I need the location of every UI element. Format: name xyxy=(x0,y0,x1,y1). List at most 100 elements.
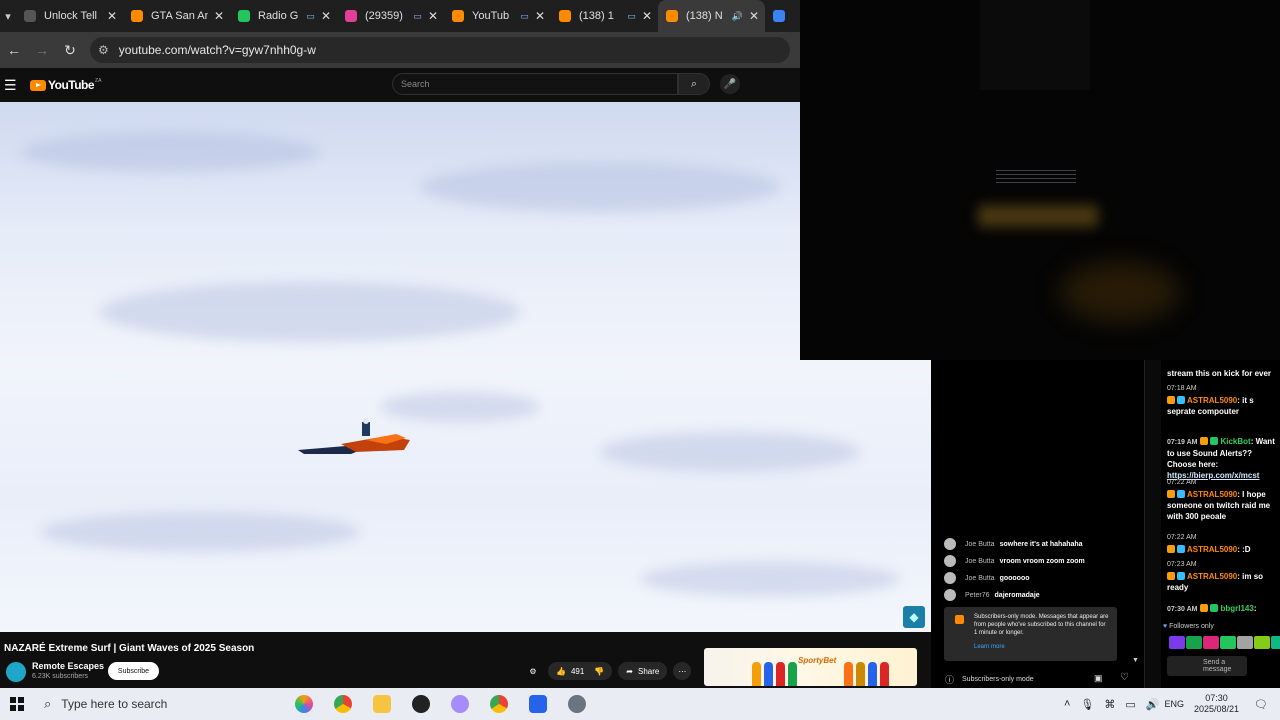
followers-only-text: Followers only xyxy=(1169,623,1214,630)
reload-icon[interactable]: ↻ xyxy=(56,36,84,64)
avatar[interactable] xyxy=(944,538,956,550)
tab-favicon-icon xyxy=(452,10,464,22)
subscribe-button[interactable]: Subscribe xyxy=(108,662,159,680)
chat-username[interactable]: Peter76 xyxy=(965,592,990,599)
browser-tab[interactable]: (29359) ▭ ✕ xyxy=(337,0,444,32)
video-player[interactable]: ◆ xyxy=(0,102,931,632)
browser-tab[interactable]: Radio G ▭ ✕ xyxy=(230,0,337,32)
taskbar-search-box[interactable]: ⌕ Type here to search xyxy=(34,688,270,720)
tab-close-icon[interactable]: ✕ xyxy=(214,9,224,23)
share-label: Share xyxy=(638,666,660,676)
chat-username[interactable]: Joe Butta xyxy=(965,541,995,548)
tab-favicon-icon xyxy=(559,10,571,22)
emote-icon[interactable] xyxy=(1254,636,1270,649)
search-icon[interactable]: ⌕ xyxy=(678,73,710,95)
chat-username[interactable]: ASTRAL5090 xyxy=(1187,396,1237,405)
like-button[interactable]: 👍 491 👎 xyxy=(548,662,613,680)
ad-figure xyxy=(764,662,773,686)
tab-close-icon[interactable]: ✕ xyxy=(107,9,117,23)
tab-close-icon[interactable]: ✕ xyxy=(535,9,545,23)
youtube-logo-text: YouTube xyxy=(48,78,95,92)
tab-favicon-icon xyxy=(238,10,250,22)
browser-tab[interactable]: YouTub ▭ ✕ xyxy=(444,0,551,32)
chat-message: ASTRAL5090: im so ready xyxy=(1167,571,1277,593)
taskbar-chrome-icon[interactable] xyxy=(323,688,362,720)
emoji-panel-icon[interactable]: ▣ xyxy=(1094,673,1103,684)
microphone-icon[interactable]: 🎤 xyxy=(720,74,740,94)
chat-username[interactable]: ASTRAL5090 xyxy=(1187,572,1237,581)
chat-username[interactable]: ASTRAL5090 xyxy=(1187,490,1237,499)
webcam-overlay xyxy=(800,0,1280,360)
gear-icon[interactable]: ⚙ xyxy=(524,662,542,680)
tab-close-icon[interactable]: ✕ xyxy=(749,9,759,23)
display-icon[interactable]: ▭ xyxy=(1125,698,1135,711)
taskbar-app-icon[interactable] xyxy=(557,688,596,720)
chat-message: 07:30 AM bbgrl143: xyxy=(1167,603,1277,615)
youtube-search-input[interactable]: Search xyxy=(392,73,678,95)
heart-icon[interactable]: ♡ xyxy=(1120,672,1129,683)
network-icon[interactable]: ⌘ xyxy=(1104,698,1115,711)
avatar[interactable] xyxy=(944,572,956,584)
learn-more-link[interactable]: Learn more xyxy=(974,643,1109,651)
tab-close-icon[interactable]: ✕ xyxy=(642,9,652,23)
avatar[interactable] xyxy=(944,555,956,567)
channel-name[interactable]: Remote Escapes xyxy=(32,661,104,671)
emote-icon[interactable] xyxy=(1203,636,1219,649)
address-bar[interactable]: ⚙ youtube.com/watch?v=gyw7nhh0g-w xyxy=(90,37,790,63)
taskbar-obs-icon[interactable] xyxy=(401,688,440,720)
site-info-icon[interactable]: ⚙ xyxy=(98,43,109,57)
info-icon[interactable]: ⓘ xyxy=(945,673,954,686)
youtube-logo[interactable]: YouTube ZA xyxy=(30,78,101,92)
microphone-icon[interactable]: 🎙 xyxy=(1080,698,1094,711)
dislike-icon[interactable]: 👎 xyxy=(594,667,604,676)
emote-icon[interactable] xyxy=(1169,636,1185,649)
emote-icon[interactable] xyxy=(1220,636,1236,649)
wave-foam xyxy=(640,562,900,596)
forward-arrow-icon[interactable]: → xyxy=(28,36,56,64)
language-indicator[interactable]: ENG xyxy=(1164,699,1184,709)
share-button[interactable]: ➦ Share xyxy=(618,662,668,680)
chevron-down-icon[interactable]: ▼ xyxy=(1132,657,1139,664)
emote-icon[interactable] xyxy=(1271,636,1280,649)
tab-search-dropdown-icon[interactable]: ▾ xyxy=(0,0,16,32)
chat-username[interactable]: bbgrl143 xyxy=(1220,604,1253,613)
back-arrow-icon[interactable]: ← xyxy=(0,36,28,64)
chat-username[interactable]: KickBot xyxy=(1220,437,1250,446)
windows-taskbar: ⌕ Type here to search ˄ 🎙 ⌘ ▭ 🔊 ENG 07:3… xyxy=(0,688,1280,720)
browser-tab[interactable]: Unlock Tell ✕ xyxy=(16,0,123,32)
ad-banner[interactable]: SportyBet xyxy=(704,648,917,686)
taskbar-snipping-icon[interactable] xyxy=(440,688,479,720)
url-text: youtube.com/watch?v=gyw7nhh0g-w xyxy=(118,43,316,57)
tab-favicon-icon xyxy=(666,10,678,22)
avatar[interactable] xyxy=(944,589,956,601)
wave-foam xyxy=(40,512,360,552)
browser-tab[interactable]: (138) N 🔊 ✕ xyxy=(658,0,765,32)
send-message-input[interactable]: Send a message xyxy=(1167,656,1247,676)
taskbar-chrome-icon[interactable] xyxy=(479,688,518,720)
chat-username[interactable]: Joe Butta xyxy=(965,558,995,565)
chevron-up-icon[interactable]: ˄ xyxy=(1064,698,1070,710)
clock[interactable]: 07:30 2025/08/21 xyxy=(1194,693,1239,715)
channel-watermark-icon[interactable]: ◆ xyxy=(903,606,925,628)
wave-foam xyxy=(420,162,780,212)
browser-tab[interactable]: (138) 1 ▭ ✕ xyxy=(551,0,658,32)
more-actions-icon[interactable]: ⋯ xyxy=(673,662,692,680)
tab-close-icon[interactable]: ✕ xyxy=(321,9,331,23)
emote-icon[interactable] xyxy=(1186,636,1202,649)
tab-close-icon[interactable]: ✕ xyxy=(428,9,438,23)
browser-tab[interactable]: S xyxy=(765,0,785,32)
volume-icon[interactable]: 🔊 xyxy=(1146,698,1160,711)
notifications-icon[interactable]: 🗨 xyxy=(1254,698,1268,711)
browser-tab[interactable]: GTA San An ✕ xyxy=(123,0,230,32)
taskbar-copilot-icon[interactable] xyxy=(284,688,323,720)
tab-title: YouTub xyxy=(472,10,510,22)
chat-username[interactable]: ASTRAL5090 xyxy=(1187,545,1237,554)
menu-icon[interactable]: ☰ xyxy=(4,77,26,94)
chat-username[interactable]: Joe Butta xyxy=(965,575,995,582)
emote-icon[interactable] xyxy=(1237,636,1253,649)
ad-figure xyxy=(868,662,877,686)
windows-start-icon[interactable] xyxy=(0,688,34,720)
taskbar-file-explorer-icon[interactable] xyxy=(362,688,401,720)
channel-avatar[interactable] xyxy=(6,662,26,682)
taskbar-app-icon[interactable] xyxy=(518,688,557,720)
